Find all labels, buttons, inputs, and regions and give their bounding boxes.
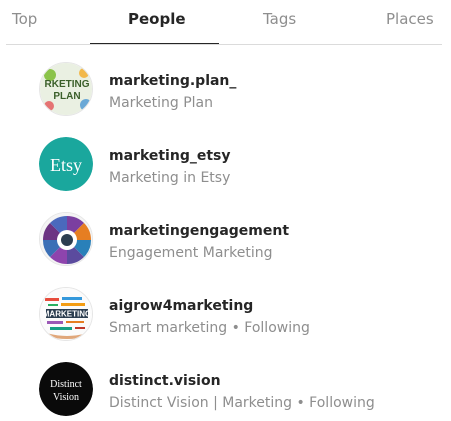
svg-text:PLAN: PLAN bbox=[53, 91, 80, 102]
full-name: Engagement Marketing bbox=[109, 245, 273, 261]
username: aigrow4marketing bbox=[109, 298, 254, 314]
marketing-wordcloud-avatar[interactable]: MARKETING bbox=[39, 287, 93, 341]
username: marketing.plan_ bbox=[109, 73, 237, 89]
list-item[interactable]: Etsy marketing_etsy Marketing in Etsy bbox=[30, 129, 430, 195]
full-name: Distinct Vision | Marketing • Following bbox=[109, 395, 375, 411]
list-item[interactable]: marketingengagement Engagement Marketing bbox=[30, 204, 430, 270]
list-item[interactable]: Distinct Vision distinct.vision Distinct… bbox=[30, 354, 430, 420]
list-item[interactable]: RKETING PLAN marketing.plan_ Marketing P… bbox=[30, 54, 430, 120]
tab-tags[interactable]: Tags bbox=[263, 10, 296, 28]
svg-text:Etsy: Etsy bbox=[50, 155, 82, 175]
engagement-wheel-avatar[interactable] bbox=[39, 212, 93, 266]
full-name: Smart marketing • Following bbox=[109, 320, 310, 336]
tab-top[interactable]: Top bbox=[12, 10, 37, 28]
svg-text:Vision: Vision bbox=[53, 392, 79, 403]
username: marketingengagement bbox=[109, 223, 290, 239]
username: distinct.vision bbox=[109, 373, 221, 389]
active-tab-indicator bbox=[90, 43, 219, 44]
svg-text:Distinct: Distinct bbox=[50, 379, 82, 390]
username: marketing_etsy bbox=[109, 148, 231, 164]
tab-places[interactable]: Places bbox=[386, 10, 434, 28]
svg-text:RKETING: RKETING bbox=[45, 79, 90, 90]
svg-text:MARKETING: MARKETING bbox=[43, 310, 91, 319]
full-name: Marketing Plan bbox=[109, 95, 214, 111]
etsy-logo-avatar[interactable]: Etsy bbox=[39, 137, 93, 191]
tab-people[interactable]: People bbox=[128, 10, 186, 28]
marketing-plan-avatar[interactable]: RKETING PLAN bbox=[39, 62, 93, 116]
full-name: Marketing in Etsy bbox=[109, 170, 231, 186]
distinct-vision-logo-avatar[interactable]: Distinct Vision bbox=[39, 362, 93, 416]
search-tabs: Top People Tags Places bbox=[6, 0, 442, 45]
list-item[interactable]: MARKETING aigrow4marketing Smart marketi… bbox=[30, 279, 430, 345]
